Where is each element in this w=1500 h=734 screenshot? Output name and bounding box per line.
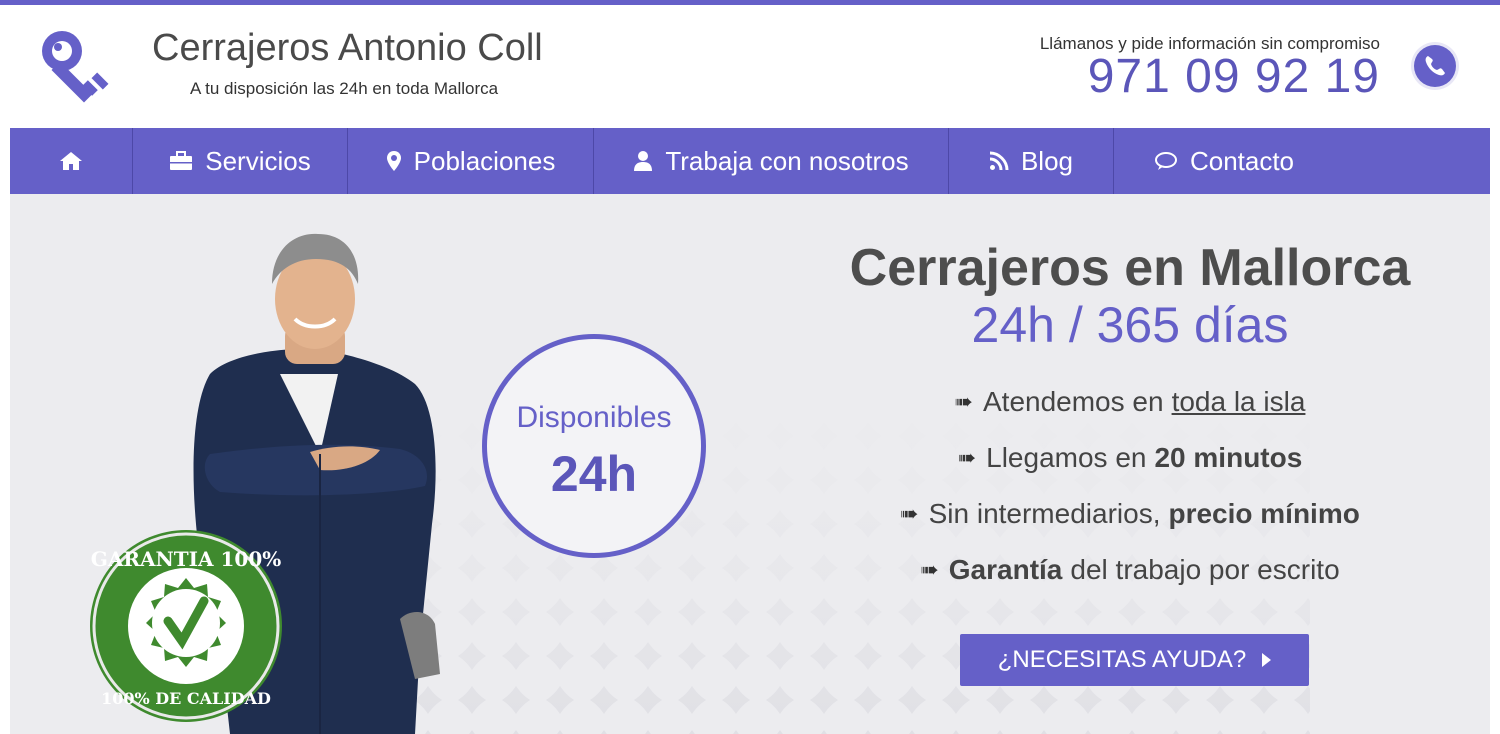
- feature-list: ➠ Atendemos en toda la isla ➠ Llegamos e…: [730, 374, 1490, 598]
- hero-subtitle: 24h / 365 días: [971, 297, 1289, 353]
- nav-label-blog: Blog: [1020, 145, 1074, 176]
- briefcase-icon: [170, 151, 193, 170]
- nav-item-contacto[interactable]: Contacto: [1114, 128, 1334, 194]
- bullet-text: Llegamos en: [986, 442, 1147, 473]
- arrow-right-icon: ➠: [900, 501, 919, 526]
- bullet-text: Sin intermediarios,: [928, 498, 1161, 529]
- help-cta-button[interactable]: ¿NECESITAS AYUDA?: [960, 634, 1309, 686]
- bullet-bold: precio mínimo: [1168, 498, 1360, 529]
- availability-hours: 24h: [550, 446, 638, 502]
- chat-bubble-icon: [1154, 152, 1177, 170]
- bullet-text: Atendemos en: [982, 386, 1164, 417]
- availability-label: Disponibles: [516, 401, 672, 434]
- user-icon: [634, 151, 653, 171]
- seal-text-bottom: 100% DE CALIDAD: [101, 689, 271, 708]
- bullet-text: del trabajo por escrito: [1070, 554, 1340, 585]
- island-link[interactable]: toda la isla: [1172, 386, 1306, 418]
- main-nav: Servicios Poblaciones Trabaja con nosotr…: [10, 128, 1490, 194]
- phone-number[interactable]: 971 09 92 19: [1088, 49, 1380, 104]
- cta-label: ¿NECESITAS AYUDA?: [997, 646, 1247, 673]
- hero-title: Cerrajeros en Mallorca: [849, 239, 1411, 297]
- nav-item-poblaciones[interactable]: Poblaciones: [348, 128, 594, 194]
- site-header: Cerrajeros Antonio Coll A tu disposición…: [10, 5, 1490, 128]
- nav-label-servicios: Servicios: [205, 145, 311, 176]
- list-item: ➠ Sin intermediarios, precio mínimo: [730, 486, 1490, 542]
- arrow-right-icon: ➠: [920, 557, 939, 582]
- nav-item-blog[interactable]: Blog: [949, 128, 1114, 194]
- guarantee-seal-icon: GARANTIA 100% 100% DE CALIDAD: [90, 530, 282, 722]
- bullet-bold: 20 minutos: [1154, 442, 1303, 473]
- map-marker-icon: [386, 151, 401, 171]
- seal-text-top: GARANTIA 100%: [91, 547, 282, 571]
- nav-label-poblaciones: Poblaciones: [413, 145, 556, 176]
- list-item: ➠ Atendemos en toda la isla: [730, 374, 1490, 430]
- brand-title[interactable]: Cerrajeros Antonio Coll: [152, 27, 543, 70]
- arrow-right-icon: ➠: [954, 389, 973, 414]
- caret-right-icon: [1262, 653, 1272, 667]
- nav-label-trabaja: Trabaja con nosotros: [665, 145, 909, 176]
- arrow-right-icon: ➠: [957, 445, 977, 470]
- bullet-bold: Garantía: [948, 554, 1063, 585]
- list-item: ➠ Llegamos en 20 minutos: [730, 430, 1490, 486]
- list-item: ➠ Garantía del trabajo por escrito: [730, 542, 1490, 598]
- brand-subtitle: A tu disposición las 24h en toda Mallorc…: [190, 79, 499, 98]
- nav-label-contacto: Contacto: [1189, 145, 1295, 176]
- nav-item-servicios[interactable]: Servicios: [133, 128, 348, 194]
- availability-badge: Disponibles 24h: [482, 334, 706, 558]
- home-icon: [60, 152, 82, 170]
- nav-item-home[interactable]: [10, 128, 133, 194]
- rss-icon: [989, 151, 1009, 171]
- nav-item-trabaja[interactable]: Trabaja con nosotros: [594, 128, 949, 194]
- key-icon[interactable]: [40, 29, 120, 103]
- phone-icon[interactable]: [1414, 45, 1456, 87]
- hero-section: Disponibles 24h GARANTIA 100% 100% DE CA…: [10, 194, 1490, 734]
